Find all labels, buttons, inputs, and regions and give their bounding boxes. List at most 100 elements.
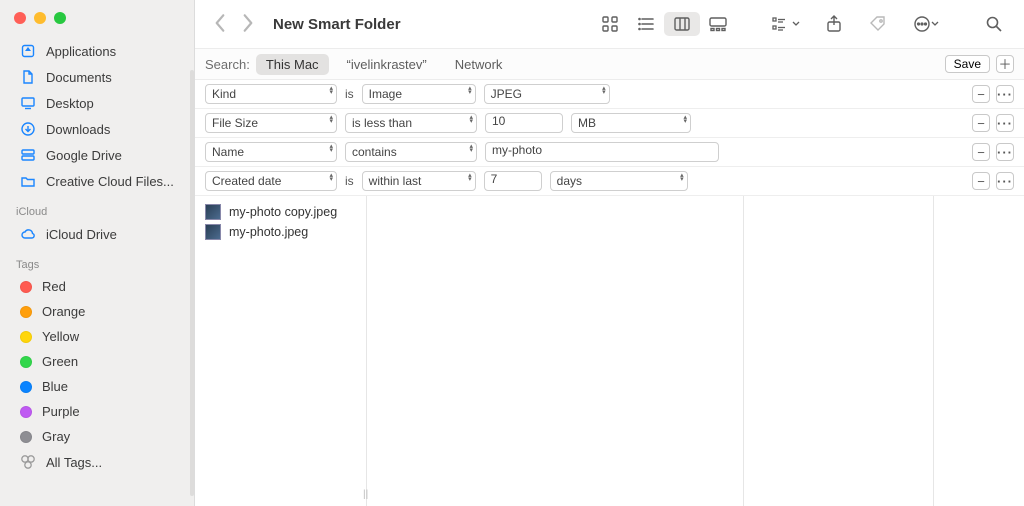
sidebar-item-label: Gray (42, 429, 70, 444)
chevron-updown-icon: ▴▾ (329, 174, 333, 182)
list-view-button[interactable] (628, 12, 664, 36)
criteria-text: is (345, 174, 354, 188)
file-item[interactable]: my-photo copy.jpeg (195, 202, 366, 222)
tag-dot-icon (20, 406, 32, 418)
file-name: my-photo copy.jpeg (229, 205, 337, 219)
sidebar-item-desktop[interactable]: Desktop (0, 90, 194, 116)
tag-dot-icon (20, 431, 32, 443)
file-item[interactable]: my-photo.jpeg (195, 222, 366, 242)
sidebar-item-all-tags[interactable]: All Tags... (0, 449, 194, 475)
criteria-select[interactable]: Image▴▾ (362, 84, 476, 104)
sidebar-item-creative-cloud-files-[interactable]: Creative Cloud Files... (0, 168, 194, 194)
criteria-select[interactable]: Created date▴▾ (205, 171, 337, 191)
sidebar-tag-orange[interactable]: Orange (0, 299, 194, 324)
sidebar-item-label: Yellow (42, 329, 79, 344)
toolbar: New Smart Folder (195, 0, 1024, 48)
sidebar-item-label: Green (42, 354, 78, 369)
tag-button[interactable] (860, 12, 896, 36)
chevron-updown-icon: ▴▾ (683, 116, 687, 124)
criteria-select[interactable]: Kind▴▾ (205, 84, 337, 104)
criteria-input[interactable]: 7 (484, 171, 542, 191)
downloads-icon (20, 121, 36, 137)
group-by-button[interactable] (764, 12, 808, 36)
remove-criteria-button[interactable]: − (972, 85, 990, 103)
column-view-button[interactable] (664, 12, 700, 36)
criteria-input[interactable]: my-photo (485, 142, 719, 162)
gallery-view-button[interactable] (700, 12, 736, 36)
sidebar-tag-blue[interactable]: Blue (0, 374, 194, 399)
search-scope[interactable]: Network (445, 54, 513, 75)
minimize-icon[interactable] (34, 12, 46, 24)
sidebar-item-label: All Tags... (46, 455, 102, 470)
search-scope-bar: Search: This Mac “ivelinkrastev” Network S… (195, 48, 1024, 80)
select-value: File Size (212, 116, 258, 130)
tag-dot-icon (20, 281, 32, 293)
results-column[interactable]: my-photo copy.jpeg my-photo.jpeg (195, 196, 367, 506)
remove-criteria-button[interactable]: − (972, 172, 990, 190)
criteria-select[interactable]: days▴▾ (550, 171, 688, 191)
sidebar-tag-purple[interactable]: Purple (0, 399, 194, 424)
close-icon[interactable] (14, 12, 26, 24)
criteria-options-button[interactable]: ··· (996, 114, 1014, 132)
criteria-options-button[interactable]: ··· (996, 143, 1014, 161)
criteria-select[interactable]: MB▴▾ (571, 113, 691, 133)
select-value: Name (212, 145, 244, 159)
sidebar-item-label: Downloads (46, 122, 110, 137)
chevron-updown-icon: ▴▾ (329, 145, 333, 153)
search-label: Search: (205, 57, 250, 72)
criteria-select[interactable]: File Size ▴▾ (205, 113, 337, 133)
sidebar-item-icloud-drive[interactable]: iCloud Drive (0, 221, 194, 247)
sidebar-tag-gray[interactable]: Gray (0, 424, 194, 449)
search-scope[interactable]: “ivelinkrastev” (337, 54, 437, 75)
file-thumbnail-icon (205, 204, 221, 220)
back-button[interactable] (213, 12, 227, 37)
criteria-row: Kind▴▾ is Image▴▾ JPEG▴▾ −··· (195, 80, 1024, 109)
sidebar-tag-red[interactable]: Red (0, 274, 194, 299)
apps-icon (20, 43, 36, 59)
sidebar-item-documents[interactable]: Documents (0, 64, 194, 90)
desktop-icon (20, 95, 36, 111)
sidebar-tag-yellow[interactable]: Yellow (0, 324, 194, 349)
sidebar-item-applications[interactable]: Applications (0, 38, 194, 64)
results-column-empty (934, 196, 1024, 506)
chevron-updown-icon: ▴▾ (469, 145, 473, 153)
sidebar-item-label: Desktop (46, 96, 94, 111)
criteria-row: Created date▴▾ is within last▴▾ 7 days▴▾ −··· (195, 167, 1024, 196)
sidebar-item-google-drive[interactable]: Google Drive (0, 142, 194, 168)
select-value: is less than (352, 116, 412, 130)
zoom-icon[interactable] (54, 12, 66, 24)
sidebar: ApplicationsDocuments Desktop Downloads Goo… (0, 0, 195, 506)
window-controls (0, 8, 194, 38)
sidebar-item-downloads[interactable]: Downloads (0, 116, 194, 142)
criteria-select[interactable]: within last▴▾ (362, 171, 476, 191)
chevron-updown-icon: ▴▾ (468, 174, 472, 182)
chevron-updown-icon: ▴▾ (329, 87, 333, 95)
column-resize-handle[interactable]: || (363, 489, 368, 500)
criteria-select[interactable]: JPEG▴▾ (484, 84, 610, 104)
remove-criteria-button[interactable]: − (972, 114, 990, 132)
criteria-select[interactable]: contains▴▾ (345, 142, 477, 162)
save-button[interactable]: Save (945, 55, 990, 73)
criteria-row: Name▴▾contains▴▾my-photo−··· (195, 138, 1024, 167)
criteria-options-button[interactable]: ··· (996, 172, 1014, 190)
file-name: my-photo.jpeg (229, 225, 308, 239)
criteria-select[interactable]: Name ▴▾ (205, 142, 337, 162)
chevron-updown-icon: ▴▾ (329, 116, 333, 124)
search-scope[interactable]: This Mac (256, 54, 329, 75)
criteria-input[interactable]: 10 (485, 113, 563, 133)
sidebar-tag-green[interactable]: Green (0, 349, 194, 374)
chevron-updown-icon: ▴▾ (602, 87, 606, 95)
remove-criteria-button[interactable]: − (972, 143, 990, 161)
criteria-select[interactable]: is less than▴▾ (345, 113, 477, 133)
tag-dot-icon (20, 356, 32, 368)
drive-icon (20, 147, 36, 163)
action-button[interactable] (904, 12, 948, 36)
forward-button[interactable] (241, 12, 255, 37)
icon-view-button[interactable] (592, 12, 628, 36)
criteria-text: is (345, 87, 354, 101)
criteria-options-button[interactable]: ··· (996, 85, 1014, 103)
add-criteria-button[interactable]: ＋ (996, 55, 1014, 73)
share-button[interactable] (816, 12, 852, 36)
search-button[interactable] (976, 12, 1012, 36)
chevron-updown-icon: ▴▾ (468, 87, 472, 95)
